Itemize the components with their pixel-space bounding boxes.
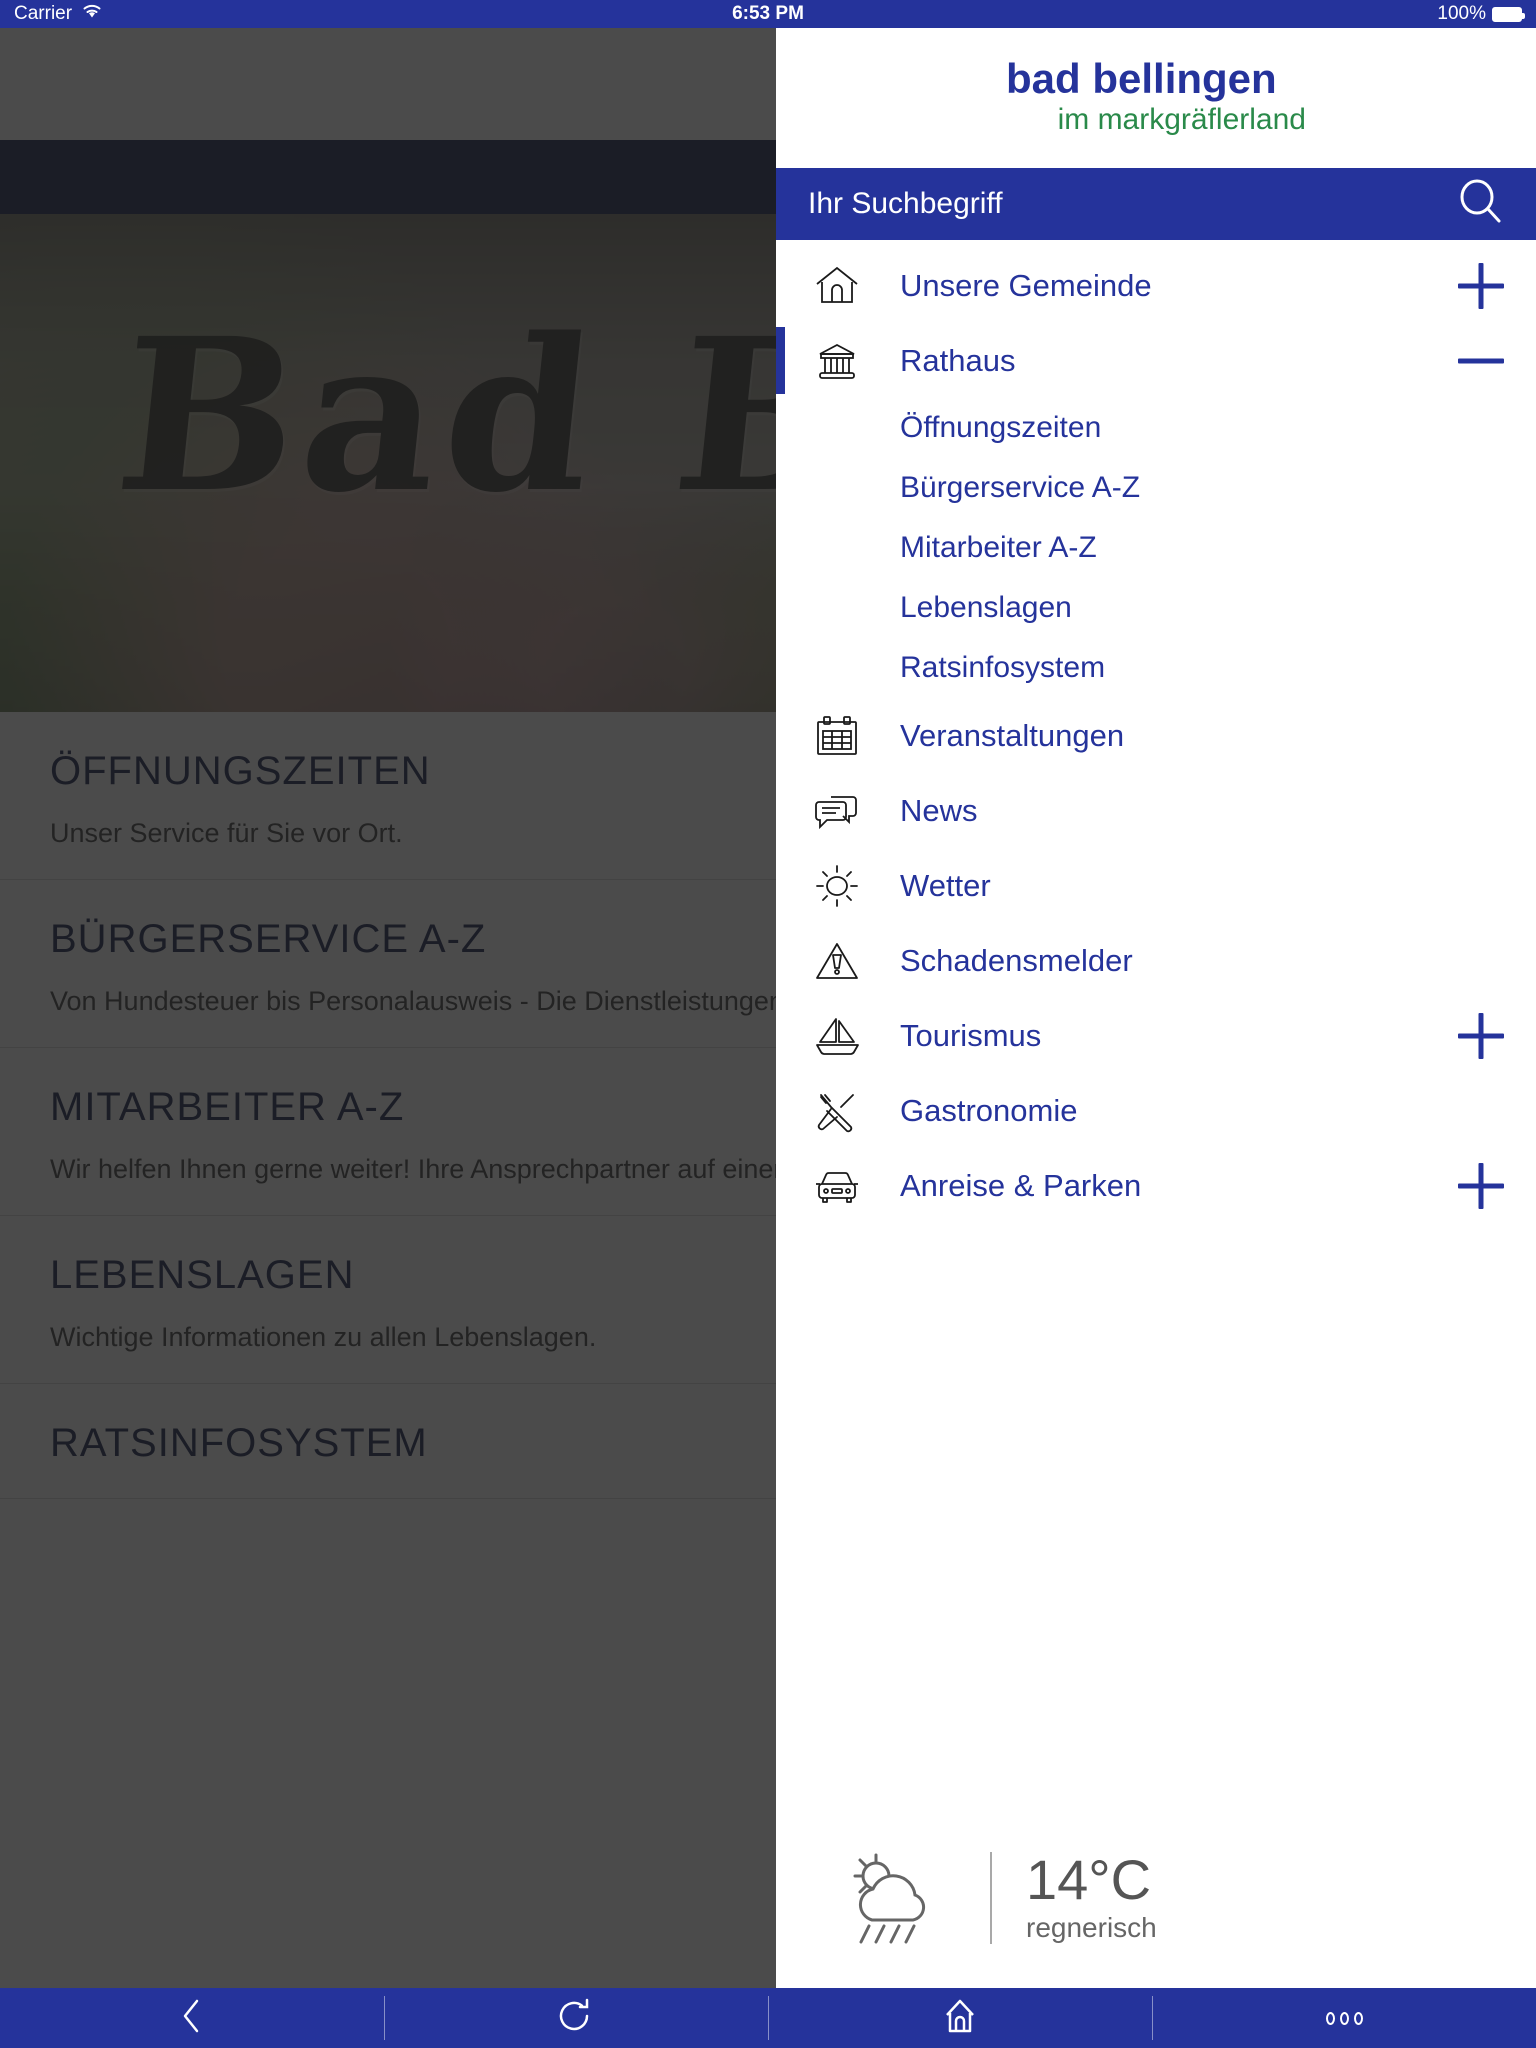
drawer-logo[interactable]: bad bellingen im markgräflerland	[776, 28, 1536, 168]
status-bar-time: 6:53 PM	[732, 3, 804, 24]
submenu-item-oeffnungszeiten[interactable]: Öffnungszeiten	[776, 398, 1536, 458]
warning-triangle-icon	[808, 936, 866, 986]
menu-item-wetter[interactable]: Wetter	[776, 848, 1536, 923]
menu-item-schadensmelder[interactable]: Schadensmelder	[776, 923, 1536, 998]
menu-item-label: Gastronomie	[900, 1092, 1078, 1128]
sailboat-icon	[808, 1011, 866, 1061]
menu-item-news[interactable]: News	[776, 773, 1536, 848]
submenu-item-ratsinfosystem[interactable]: Ratsinfosystem	[776, 638, 1536, 698]
menu-item-label: Wetter	[900, 867, 991, 903]
browser-toolbar	[0, 1988, 1536, 2048]
menu-item-anreise-parken[interactable]: Anreise & Parken	[776, 1148, 1536, 1223]
expand-plus-icon[interactable]	[1458, 1012, 1504, 1059]
calendar-icon	[808, 711, 866, 761]
drawer-logo-sub: im markgräflerland	[1057, 102, 1306, 136]
home-button[interactable]	[768, 1988, 1152, 2048]
search-bar	[776, 168, 1536, 240]
search-icon[interactable]	[1454, 176, 1506, 233]
battery-percent-label: 100%	[1437, 3, 1486, 24]
more-button[interactable]	[1152, 1988, 1536, 2048]
house-icon	[808, 261, 866, 311]
menu-item-rathaus[interactable]: Rathaus	[776, 323, 1536, 398]
cutlery-icon	[808, 1086, 866, 1136]
menu-item-veranstaltungen[interactable]: Veranstaltungen	[776, 698, 1536, 773]
search-input[interactable]	[808, 187, 1368, 221]
expand-plus-icon[interactable]	[1458, 262, 1504, 309]
status-bar-right: 100%	[1437, 3, 1525, 25]
menu-item-tourismus[interactable]: Tourismus	[776, 998, 1536, 1073]
menu-item-gastronomie[interactable]: Gastronomie	[776, 1073, 1536, 1148]
weather-widget[interactable]: 14°C regnerisch	[776, 1813, 1536, 1988]
submenu-item-lebenslagen[interactable]: Lebenslagen	[776, 578, 1536, 638]
submenu-item-buergerservice[interactable]: Bürgerservice A-Z	[776, 458, 1536, 518]
submenu-item-label: Bürgerservice A-Z	[900, 471, 1141, 504]
chat-bubbles-icon	[808, 786, 866, 836]
reload-icon	[556, 1996, 596, 2041]
drawer-logo-main: bad bellingen	[1006, 54, 1277, 102]
menu-item-label: Anreise & Parken	[900, 1167, 1142, 1203]
reload-button[interactable]	[384, 1988, 768, 2048]
weather-temperature: 14°C	[1026, 1848, 1152, 1911]
submenu-item-mitarbeiter[interactable]: Mitarbeiter A-Z	[776, 518, 1536, 578]
menu-item-label: Rathaus	[900, 342, 1016, 378]
expand-plus-icon[interactable]	[1458, 1162, 1504, 1209]
battery-icon	[1492, 6, 1525, 22]
menu-item-label: Unsere Gemeinde	[900, 267, 1152, 303]
app-root: Carrier 6:53 PM 100% bad bellingen im ma…	[0, 0, 1536, 2048]
submenu-item-label: Lebenslagen	[900, 591, 1072, 624]
more-dots-icon	[1325, 2011, 1363, 2025]
car-icon	[808, 1161, 866, 1211]
weather-divider	[990, 1852, 992, 1944]
back-button[interactable]	[0, 1988, 384, 2048]
bank-icon	[808, 336, 866, 386]
home-icon	[940, 1996, 980, 2041]
navigation-drawer: bad bellingen im markgräflerland Ihr Suc…	[776, 28, 1536, 1988]
sun-cloud-rain-icon	[836, 1848, 956, 1948]
menu-item-unsere-gemeinde[interactable]: Unsere Gemeinde	[776, 248, 1536, 323]
submenu-item-label: Ratsinfosystem	[900, 651, 1106, 684]
weather-condition: regnerisch	[1026, 1912, 1157, 1943]
sun-icon	[808, 861, 866, 911]
submenu-item-label: Öffnungszeiten	[900, 411, 1102, 444]
submenu-item-label: Mitarbeiter A-Z	[900, 531, 1097, 564]
menu-item-label: Veranstaltungen	[900, 717, 1125, 753]
collapse-minus-icon[interactable]	[1458, 338, 1504, 384]
menu-item-label: News	[900, 792, 978, 828]
drawer-menu: Unsere Gemeinde Rathaus Öffnungszeiten B…	[776, 240, 1536, 1813]
menu-item-label: Tourismus	[900, 1017, 1042, 1053]
chevron-left-icon	[172, 1996, 212, 2041]
menu-item-label: Schadensmelder	[900, 942, 1133, 978]
ios-status-bar: Carrier 6:53 PM 100%	[0, 0, 1536, 28]
